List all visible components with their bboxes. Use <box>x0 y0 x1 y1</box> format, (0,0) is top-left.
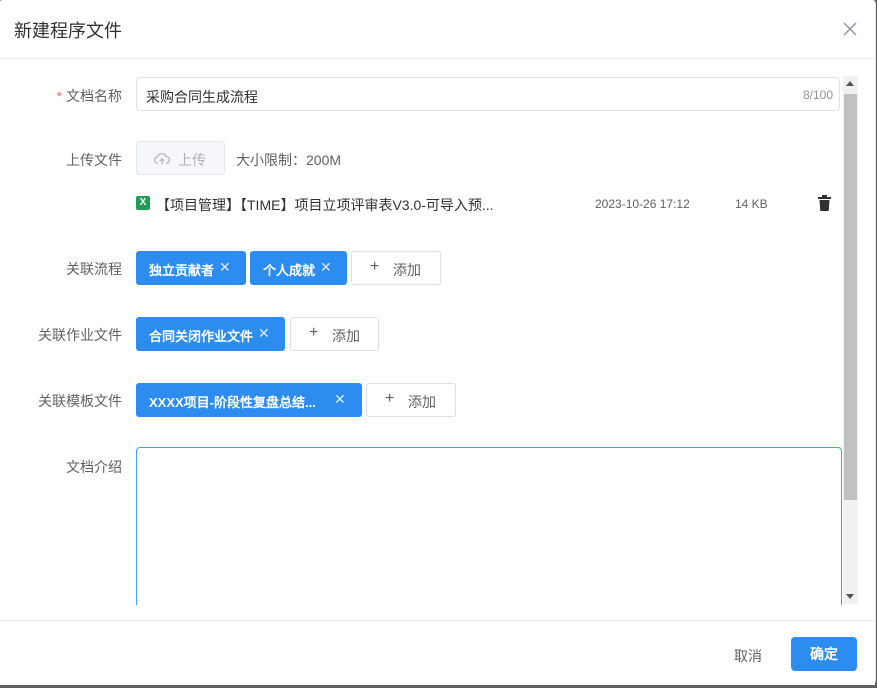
doc-name-input[interactable]: 采购合同生成流程 8/100 <box>136 77 840 111</box>
required-mark: * <box>56 88 62 104</box>
size-limit-hint: 大小限制：200M <box>236 152 342 168</box>
close-icon[interactable] <box>841 20 859 38</box>
dialog-footer: 取消 确定 <box>0 620 875 685</box>
doc-intro-label: 文档介绍 <box>66 459 122 475</box>
doc-name-label: * 文档名称 <box>56 88 122 104</box>
body-scrollbar[interactable] <box>843 76 858 604</box>
tag-close-icon[interactable]: ✕ <box>334 391 346 408</box>
scroll-down-arrow-icon[interactable] <box>846 594 854 599</box>
confirm-button[interactable]: 确定 <box>791 637 857 671</box>
tag-close-icon[interactable]: ✕ <box>320 259 332 276</box>
process-tag[interactable]: 独立贡献者 ✕ <box>136 251 246 285</box>
dialog-body: * 文档名称 采购合同生成流程 8/100 上传文件 上传 大小限制：200M X… <box>0 59 860 605</box>
dialog-header: 新建程序文件 <box>0 0 875 59</box>
cloud-upload-icon <box>153 152 171 169</box>
doc-intro-textarea[interactable] <box>136 447 842 605</box>
scrollbar-thumb[interactable] <box>844 94 857 500</box>
related-process-label: 关联流程 <box>66 261 122 277</box>
plus-icon: + <box>385 390 395 407</box>
work-file-tag[interactable]: 合同关闭作业文件 ✕ <box>136 317 285 351</box>
doc-name-value: 采购合同生成流程 <box>146 89 258 105</box>
excel-file-icon: X <box>136 196 150 210</box>
dialog-title: 新建程序文件 <box>14 21 122 41</box>
upload-button-label: 上传 <box>178 152 206 168</box>
add-template-file-button[interactable]: + 添加 <box>366 383 456 417</box>
cancel-button[interactable]: 取消 <box>734 646 762 666</box>
tag-close-icon[interactable]: ✕ <box>219 259 231 276</box>
file-size: 14 KB <box>735 197 768 211</box>
trash-icon[interactable] <box>818 195 831 216</box>
template-file-tag[interactable]: XXXX项目-阶段性复盘总结... ✕ <box>136 383 362 417</box>
upload-label: 上传文件 <box>66 152 122 168</box>
add-work-file-button[interactable]: + 添加 <box>290 317 379 351</box>
plus-icon: + <box>309 324 319 341</box>
process-tag[interactable]: 个人成就 ✕ <box>250 251 347 285</box>
new-program-file-dialog: 新建程序文件 * 文档名称 采购合同生成流程 8/100 上传文件 上传 大小限制… <box>0 0 875 685</box>
tag-close-icon[interactable]: ✕ <box>258 325 270 342</box>
plus-icon: + <box>370 258 380 275</box>
scroll-up-arrow-icon[interactable] <box>846 81 854 86</box>
add-process-button[interactable]: + 添加 <box>351 251 441 285</box>
file-date: 2023-10-26 17:12 <box>595 197 690 211</box>
uploaded-file-row: X 【项目管理】【TIME】项目立项评审表V3.0-可导入预... 2023-1… <box>136 193 836 215</box>
related-work-files-label: 关联作业文件 <box>38 327 122 343</box>
file-name[interactable]: 【项目管理】【TIME】项目立项评审表V3.0-可导入预... <box>156 195 494 215</box>
upload-button[interactable]: 上传 <box>136 141 225 175</box>
char-counter: 8/100 <box>802 88 833 102</box>
related-template-files-label: 关联模板文件 <box>38 393 122 409</box>
